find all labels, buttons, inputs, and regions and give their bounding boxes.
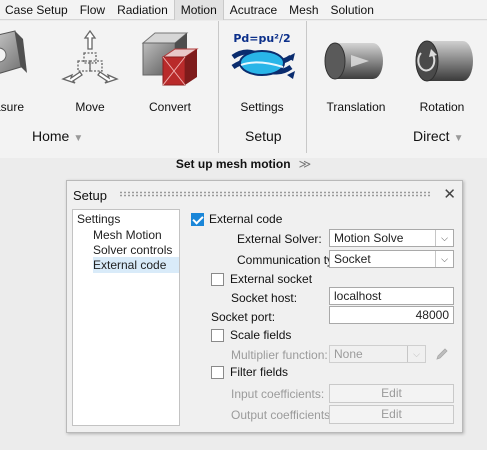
output-coefficients-edit-button[interactable]: Edit — [329, 405, 454, 424]
settings-tool-button[interactable]: Pd=pu²/2 Settings — [222, 21, 302, 126]
multiplier-function-select[interactable]: None ⌵ — [329, 345, 426, 363]
socket-host-label: Socket host: — [231, 291, 298, 305]
tree-item-external-code[interactable]: External code — [93, 257, 179, 273]
tree-item-solver-controls[interactable]: Solver controls — [93, 242, 179, 258]
external-solver-label: External Solver: — [237, 232, 322, 246]
external-socket-checkbox[interactable] — [211, 273, 224, 286]
external-code-form: External code External Solver: Motion So… — [189, 181, 459, 431]
rotation-icon — [415, 40, 473, 82]
chevron-down-icon: ⌵ — [435, 251, 453, 267]
convert-tool-button[interactable]: Convert — [132, 21, 208, 126]
rotation-tool-label: Rotation — [419, 100, 465, 114]
filter-fields-label: Filter fields — [230, 365, 289, 379]
group-setup-label: Setup — [245, 128, 282, 144]
move-icon — [61, 29, 119, 84]
measure-tool-button[interactable]: ••• asure — [0, 21, 44, 126]
communication-type-value: Socket — [334, 252, 371, 266]
translation-icon — [324, 42, 383, 80]
group-direct[interactable]: Direct ▼ — [413, 128, 463, 144]
group-setup: Setup — [245, 128, 282, 144]
move-tool-button[interactable]: Move — [58, 21, 122, 126]
rotation-tool-button[interactable]: Rotation — [401, 21, 483, 126]
socket-port-label: Socket port: — [211, 310, 276, 324]
settings-formula-icon: Pd=pu²/2 — [231, 32, 295, 79]
translation-tool-button[interactable]: Translation — [315, 21, 397, 126]
chevron-down-icon: ⌵ — [435, 230, 453, 246]
measure-icon: ••• — [0, 30, 27, 74]
external-solver-value: Motion Solve — [334, 231, 404, 245]
communication-type-select[interactable]: Socket ⌵ — [329, 250, 454, 268]
menu-solution[interactable]: Solution — [325, 0, 380, 20]
ribbon-separator — [218, 21, 219, 153]
group-home[interactable]: Home ▼ — [32, 128, 83, 144]
translation-tool-label: Translation — [326, 100, 386, 114]
external-code-label: External code — [209, 212, 283, 226]
double-chevron-down-icon[interactable]: ≫ — [299, 157, 312, 171]
chevron-down-icon: ▼ — [453, 133, 464, 144]
ribbon-separator — [306, 21, 307, 153]
input-coefficients-label: Input coefficients: — [231, 387, 325, 401]
measure-tool-label: asure — [0, 100, 25, 114]
menu-mesh[interactable]: Mesh — [283, 0, 324, 20]
tree-item-mesh-motion[interactable]: Mesh Motion — [93, 227, 179, 243]
external-socket-label: External socket — [230, 272, 313, 286]
group-direct-label: Direct — [413, 128, 450, 144]
external-solver-select[interactable]: Motion Solve ⌵ — [329, 229, 454, 247]
menu-case-setup[interactable]: Case Setup — [0, 0, 74, 20]
setup-dialog: Setup ✕ Settings Mesh Motion Solver cont… — [66, 180, 463, 433]
settings-tree: Settings Mesh Motion Solver controls Ext… — [72, 209, 180, 426]
section-title-text: Set up mesh motion — [175, 157, 291, 171]
pencil-icon[interactable] — [434, 346, 450, 362]
ribbon: ••• asure Move — [0, 21, 487, 158]
menu-acutrace[interactable]: Acutrace — [224, 0, 283, 20]
menu-motion[interactable]: Motion — [173, 0, 224, 20]
socket-host-input[interactable]: localhost — [329, 287, 454, 305]
multiplier-function-label: Multiplier function: — [231, 348, 328, 362]
chevron-down-icon: ⌵ — [407, 346, 425, 362]
scale-fields-label: Scale fields — [230, 328, 292, 342]
dialog-title: Setup — [73, 188, 107, 203]
menu-flow[interactable]: Flow — [74, 0, 111, 20]
tree-root-settings[interactable]: Settings — [77, 212, 120, 226]
section-title: Set up mesh motion ≫ — [0, 157, 487, 171]
convert-icon — [141, 32, 199, 86]
menu-radiation[interactable]: Radiation — [111, 0, 174, 20]
multiplier-function-value: None — [334, 347, 363, 361]
convert-tool-label: Convert — [148, 100, 192, 114]
move-tool-label: Move — [75, 100, 105, 114]
output-coefficients-label: Output coefficients: — [231, 408, 334, 422]
input-coefficients-edit-button[interactable]: Edit — [329, 384, 454, 403]
group-home-label: Home — [32, 128, 70, 144]
filter-fields-checkbox[interactable] — [211, 366, 224, 379]
scale-fields-checkbox[interactable] — [211, 329, 224, 342]
external-code-checkbox[interactable] — [191, 213, 204, 226]
chevron-down-icon: ▼ — [73, 133, 84, 144]
menu-bar: Case Setup Flow Radiation Motion Acutrac… — [0, 0, 487, 20]
settings-tool-label: Settings — [240, 100, 284, 114]
socket-port-input[interactable]: 48000 — [329, 306, 454, 324]
settings-formula-text: Pd=pu²/2 — [233, 32, 290, 45]
